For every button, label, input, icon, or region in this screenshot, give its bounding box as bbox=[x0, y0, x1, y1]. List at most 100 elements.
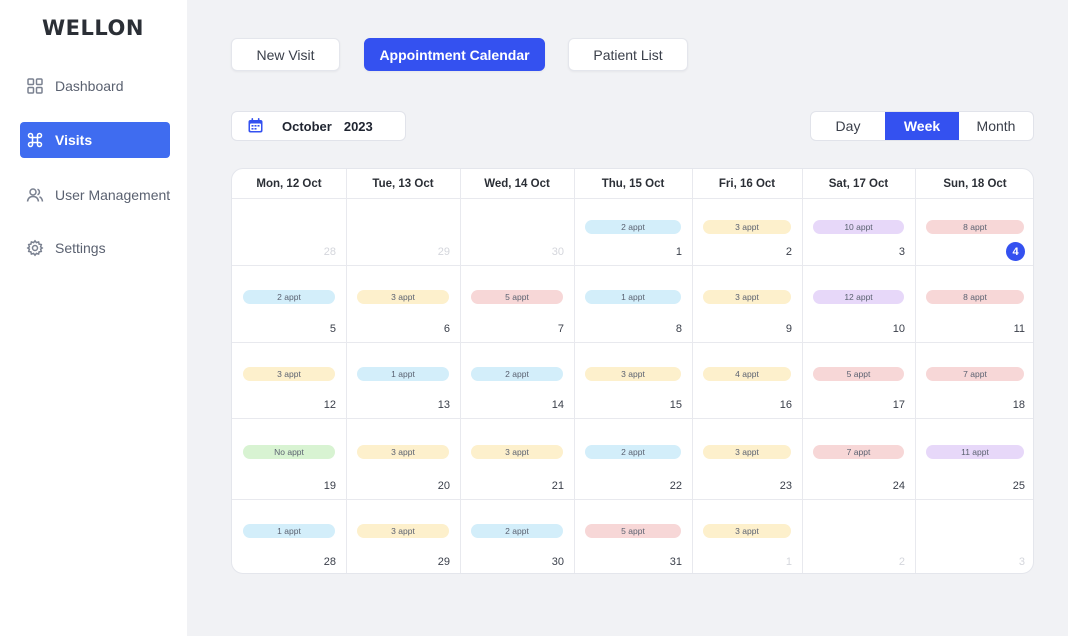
day-number: 2 bbox=[785, 246, 792, 258]
day-number: 8 bbox=[675, 323, 682, 335]
day-number: 12 bbox=[323, 399, 336, 411]
calendar-day-cell[interactable]: 2 appt 30 bbox=[460, 499, 574, 573]
calendar-day-cell[interactable]: 10 appt 3 bbox=[802, 199, 915, 265]
calendar-day-cell[interactable]: 2 appt 1 bbox=[574, 199, 692, 265]
calendar-day-cell[interactable]: 2 appt 14 bbox=[460, 342, 574, 418]
calendar-day-cell[interactable]: 2 appt 22 bbox=[574, 418, 692, 499]
appointment-count-badge[interactable]: 3 appt bbox=[703, 220, 791, 234]
day-number: 17 bbox=[892, 399, 905, 411]
calendar-day-cell[interactable]: 1 appt 28 bbox=[232, 499, 346, 573]
calendar-day-cell[interactable]: 3 appt 15 bbox=[574, 342, 692, 418]
appointment-count-badge[interactable]: 10 appt bbox=[813, 220, 904, 234]
calendar-day-cell[interactable]: 8 appt 4 bbox=[915, 199, 1033, 265]
day-number: 16 bbox=[779, 399, 792, 411]
month-label: October bbox=[282, 118, 332, 134]
calendar-day-cell[interactable]: 28 bbox=[232, 199, 346, 265]
calendar-day-cell[interactable]: 3 appt 23 bbox=[692, 418, 802, 499]
calendar-day-cell[interactable]: 11 appt 25 bbox=[915, 418, 1033, 499]
appointment-count-badge[interactable]: 3 appt bbox=[471, 445, 563, 459]
appointment-count-badge[interactable]: 3 appt bbox=[357, 445, 449, 459]
column-header: Wed, 14 Oct bbox=[484, 178, 550, 190]
calendar-day-cell[interactable]: 5 appt 31 bbox=[574, 499, 692, 573]
column-header: Sun, 18 Oct bbox=[943, 178, 1007, 190]
calendar-day-cell[interactable]: 2 bbox=[802, 499, 915, 573]
calendar-day-cell[interactable]: 3 bbox=[915, 499, 1033, 573]
appointment-calendar-button[interactable]: Appointment Calendar bbox=[364, 38, 545, 71]
sidebar-item-user-management[interactable]: User Management bbox=[20, 177, 185, 213]
sidebar-item-settings[interactable]: Settings bbox=[20, 230, 170, 266]
day-number: 3 bbox=[1018, 556, 1025, 568]
appointment-count-badge[interactable]: No appt bbox=[243, 445, 335, 459]
calendar-grid: Mon, 12 Oct Tue, 13 Oct Wed, 14 Oct Thu, 15… bbox=[231, 168, 1034, 574]
day-number: 28 bbox=[323, 556, 336, 568]
appointment-count-badge[interactable]: 1 appt bbox=[357, 367, 449, 381]
view-day-button[interactable]: Day bbox=[811, 112, 885, 140]
calendar-day-cell[interactable]: 3 appt 12 bbox=[232, 342, 346, 418]
appointment-count-badge[interactable]: 4 appt bbox=[703, 367, 791, 381]
calendar-icon bbox=[247, 117, 265, 135]
appointment-count-badge[interactable]: 3 appt bbox=[357, 524, 449, 538]
appointment-count-badge[interactable]: 3 appt bbox=[703, 290, 791, 304]
calendar-day-cell[interactable]: 3 appt 1 bbox=[692, 499, 802, 573]
appointment-count-badge[interactable]: 5 appt bbox=[813, 367, 904, 381]
calendar-day-cell[interactable]: No appt 19 bbox=[232, 418, 346, 499]
calendar-day-cell[interactable]: 3 appt 29 bbox=[346, 499, 460, 573]
day-number: 13 bbox=[437, 399, 450, 411]
column-header: Fri, 16 Oct bbox=[718, 178, 776, 190]
appointment-count-badge[interactable]: 2 appt bbox=[471, 524, 563, 538]
calendar-day-cell[interactable]: 12 appt 10 bbox=[802, 265, 915, 342]
appointment-count-badge[interactable]: 12 appt bbox=[813, 290, 904, 304]
calendar-day-cell[interactable]: 3 appt 20 bbox=[346, 418, 460, 499]
calendar-day-cell[interactable]: 2 appt 5 bbox=[232, 265, 346, 342]
appointment-count-badge[interactable]: 3 appt bbox=[585, 367, 681, 381]
appointment-count-badge[interactable]: 8 appt bbox=[926, 290, 1024, 304]
appointment-count-badge[interactable]: 2 appt bbox=[585, 445, 681, 459]
calendar-day-cell[interactable]: 3 appt 9 bbox=[692, 265, 802, 342]
appointment-count-badge[interactable]: 7 appt bbox=[813, 445, 904, 459]
appointment-count-badge[interactable]: 7 appt bbox=[926, 367, 1024, 381]
appointment-count-badge[interactable]: 11 appt bbox=[926, 445, 1024, 459]
calendar-day-cell[interactable]: 1 appt 8 bbox=[574, 265, 692, 342]
calendar-day-cell[interactable]: 5 appt 7 bbox=[460, 265, 574, 342]
calendar-day-cell[interactable]: 29 bbox=[346, 199, 460, 265]
appointment-count-badge[interactable]: 2 appt bbox=[585, 220, 681, 234]
appointment-count-badge[interactable]: 5 appt bbox=[471, 290, 563, 304]
day-number: 21 bbox=[551, 480, 564, 492]
day-number: 22 bbox=[669, 480, 682, 492]
appointment-count-badge[interactable]: 5 appt bbox=[585, 524, 681, 538]
month-picker[interactable]: October 2023 bbox=[231, 111, 406, 141]
day-number: 19 bbox=[323, 480, 336, 492]
calendar-day-cell[interactable]: 7 appt 18 bbox=[915, 342, 1033, 418]
calendar-day-cell[interactable]: 8 appt 11 bbox=[915, 265, 1033, 342]
sidebar-item-dashboard[interactable]: Dashboard bbox=[20, 68, 170, 104]
day-number: 28 bbox=[323, 246, 336, 258]
appointment-count-badge[interactable]: 8 appt bbox=[926, 220, 1024, 234]
new-visit-button[interactable]: New Visit bbox=[231, 38, 340, 71]
day-number: 11 bbox=[1013, 323, 1025, 335]
sidebar-item-visits[interactable]: Visits bbox=[20, 122, 170, 158]
calendar-day-cell[interactable]: 4 appt 16 bbox=[692, 342, 802, 418]
patient-list-button[interactable]: Patient List bbox=[568, 38, 688, 71]
appointment-count-badge[interactable]: 1 appt bbox=[243, 524, 335, 538]
today-day-number: 4 bbox=[1006, 242, 1025, 261]
calendar-day-cell[interactable]: 3 appt 21 bbox=[460, 418, 574, 499]
appointment-count-badge[interactable]: 3 appt bbox=[703, 445, 791, 459]
calendar-day-cell[interactable]: 30 bbox=[460, 199, 574, 265]
appointment-count-badge[interactable]: 1 appt bbox=[585, 290, 681, 304]
day-number: 20 bbox=[437, 480, 450, 492]
day-number: 25 bbox=[1012, 480, 1025, 492]
appointment-count-badge[interactable]: 2 appt bbox=[243, 290, 335, 304]
appointment-count-badge[interactable]: 3 appt bbox=[703, 524, 791, 538]
calendar-day-cell[interactable]: 3 appt 6 bbox=[346, 265, 460, 342]
appointment-count-badge[interactable]: 3 appt bbox=[243, 367, 335, 381]
calendar-day-cell[interactable]: 7 appt 24 bbox=[802, 418, 915, 499]
calendar-day-cell[interactable]: 1 appt 13 bbox=[346, 342, 460, 418]
command-icon bbox=[25, 130, 45, 150]
calendar-day-cell[interactable]: 5 appt 17 bbox=[802, 342, 915, 418]
day-number: 29 bbox=[437, 556, 450, 568]
calendar-day-cell[interactable]: 3 appt 2 bbox=[692, 199, 802, 265]
appointment-count-badge[interactable]: 3 appt bbox=[357, 290, 449, 304]
view-month-button[interactable]: Month bbox=[959, 112, 1033, 140]
appointment-count-badge[interactable]: 2 appt bbox=[471, 367, 563, 381]
view-week-button[interactable]: Week bbox=[885, 112, 959, 140]
